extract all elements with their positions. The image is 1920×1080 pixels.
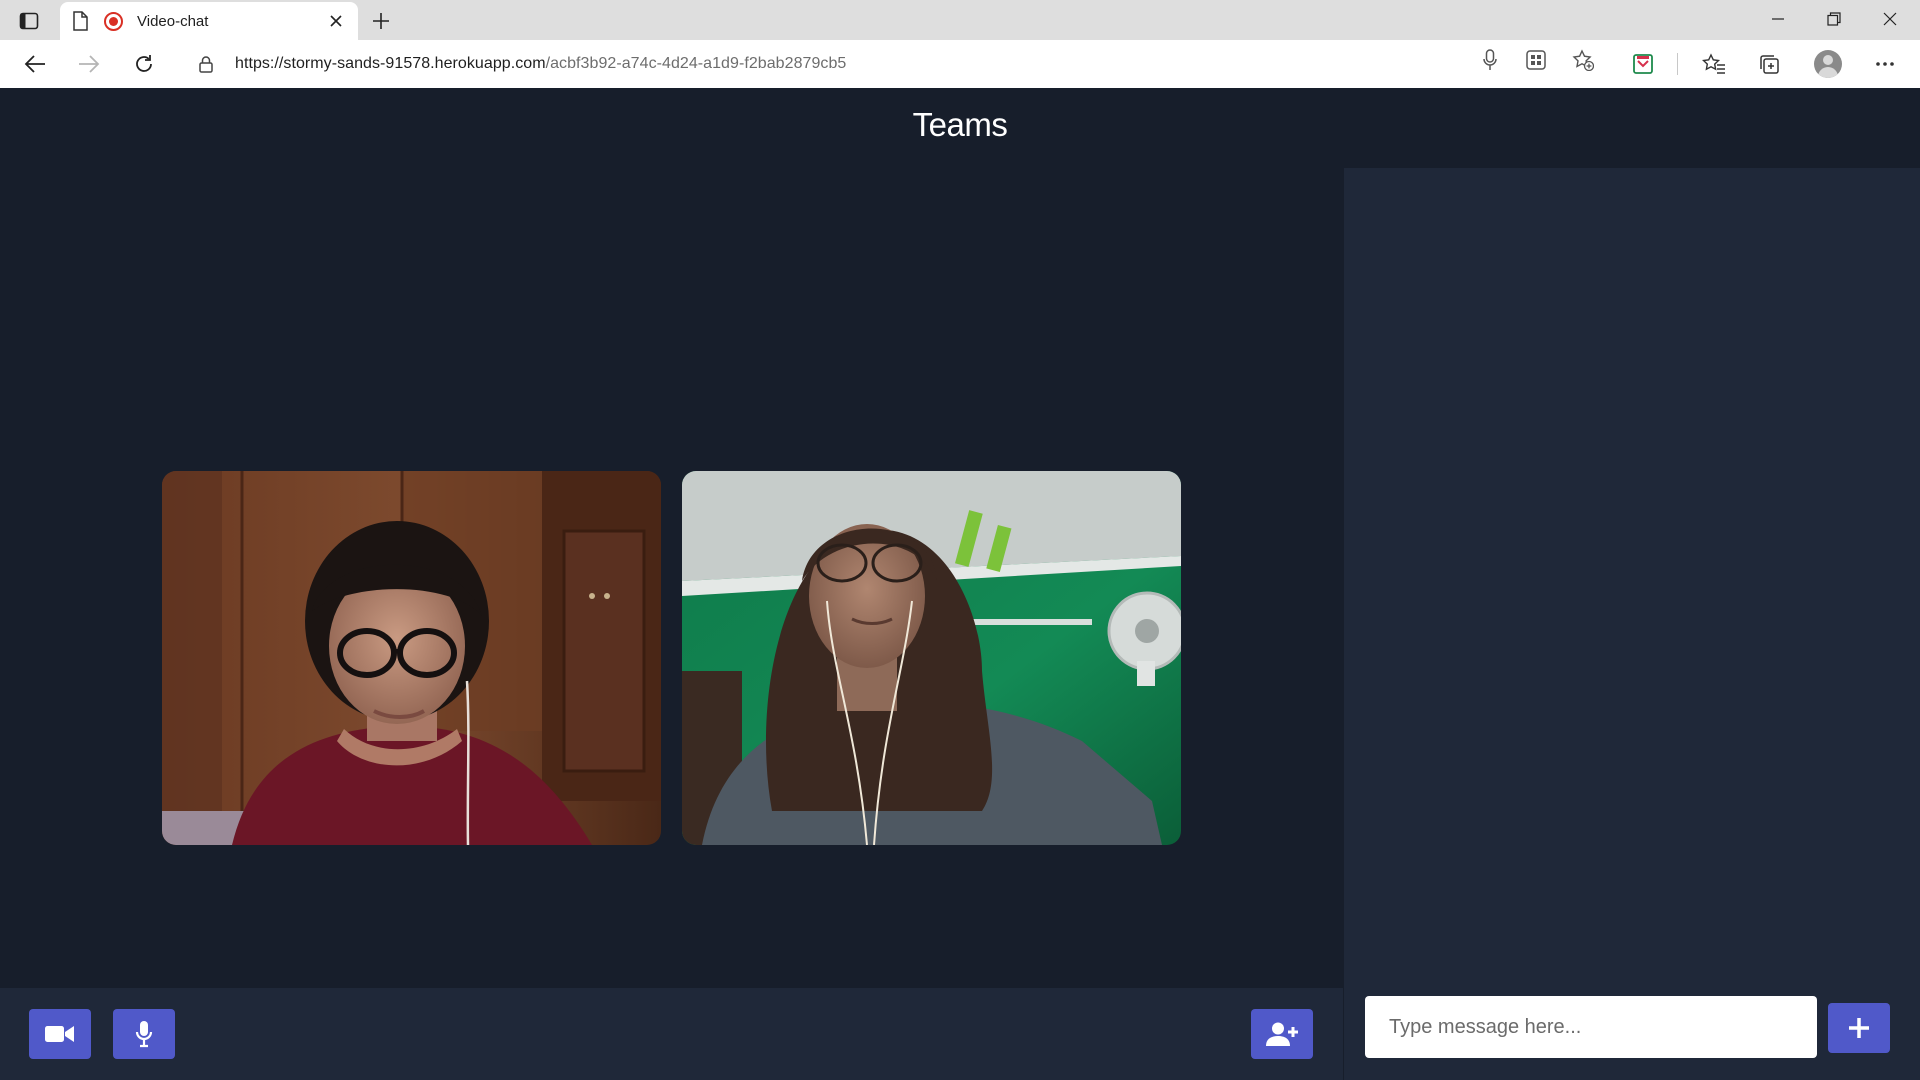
app-title: Teams [912,106,1008,143]
participant-video-1[interactable] [162,471,661,845]
favorites-icon [1702,53,1725,74]
settings-menu-button[interactable] [1868,48,1902,80]
close-window-button[interactable] [1862,0,1918,38]
arrow-left-icon [24,55,45,73]
url-host: https://stormy-sands-91578.herokuapp.com [235,55,546,72]
minimize-icon [1772,18,1784,20]
collections-button[interactable] [1752,48,1786,80]
new-tab-button[interactable] [366,6,396,36]
collections-icon [1760,55,1779,74]
minimize-button[interactable] [1750,0,1806,38]
arrow-right-icon [79,55,100,73]
chat-message-input[interactable] [1365,996,1817,1058]
send-message-button[interactable] [1828,1003,1890,1053]
participant-video-2[interactable] [682,471,1181,845]
microphone-icon [135,1021,153,1048]
plus-icon [1849,1018,1869,1038]
restore-icon [1827,12,1841,26]
chat-panel [1344,168,1920,1080]
profile-avatar[interactable] [1814,50,1842,78]
close-tab-icon[interactable] [326,11,346,31]
microphone-permission-icon[interactable] [1475,46,1505,74]
more-options-icon [1876,62,1894,66]
app-available-icon[interactable] [1521,46,1551,74]
lock-icon[interactable] [198,55,214,78]
refresh-icon [136,55,152,72]
tab-title: Video-chat [137,13,209,30]
favorites-button[interactable] [1697,48,1731,80]
add-favorite-icon[interactable] [1568,46,1598,74]
browser-tab-active[interactable]: Video-chat [60,2,358,40]
url-path: /acbf3b92-a74c-4d24-a1d9-f2bab2879cb5 [545,55,847,72]
toolbar-separator [1677,53,1678,75]
page-icon [72,11,88,36]
restore-button[interactable] [1806,0,1862,38]
browser-toolbar: https://stormy-sands-91578.herokuapp.com… [0,40,1920,88]
refresh-button[interactable] [127,48,161,80]
forward-button[interactable] [72,48,106,80]
url-text[interactable]: https://stormy-sands-91578.herokuapp.com… [235,55,846,73]
toggle-mic-button[interactable] [113,1009,175,1059]
address-bar[interactable]: https://stormy-sands-91578.herokuapp.com… [180,45,1607,83]
invite-participant-button[interactable] [1251,1009,1313,1059]
back-button[interactable] [18,48,52,80]
recording-icon [104,12,123,31]
tab-actions-icon [19,12,39,30]
extension-icon[interactable] [1626,48,1660,80]
video-camera-icon [45,1026,74,1042]
toggle-camera-button[interactable] [29,1009,91,1059]
close-icon [1883,12,1897,26]
video-grid [0,168,1343,988]
call-controls-bar [0,988,1343,1080]
add-user-icon [1266,1022,1298,1046]
browser-tab-strip: Video-chat [0,0,1920,40]
video-chat-app: Teams [0,88,1920,1080]
plus-icon [373,13,389,29]
tab-actions-button[interactable] [14,8,44,34]
